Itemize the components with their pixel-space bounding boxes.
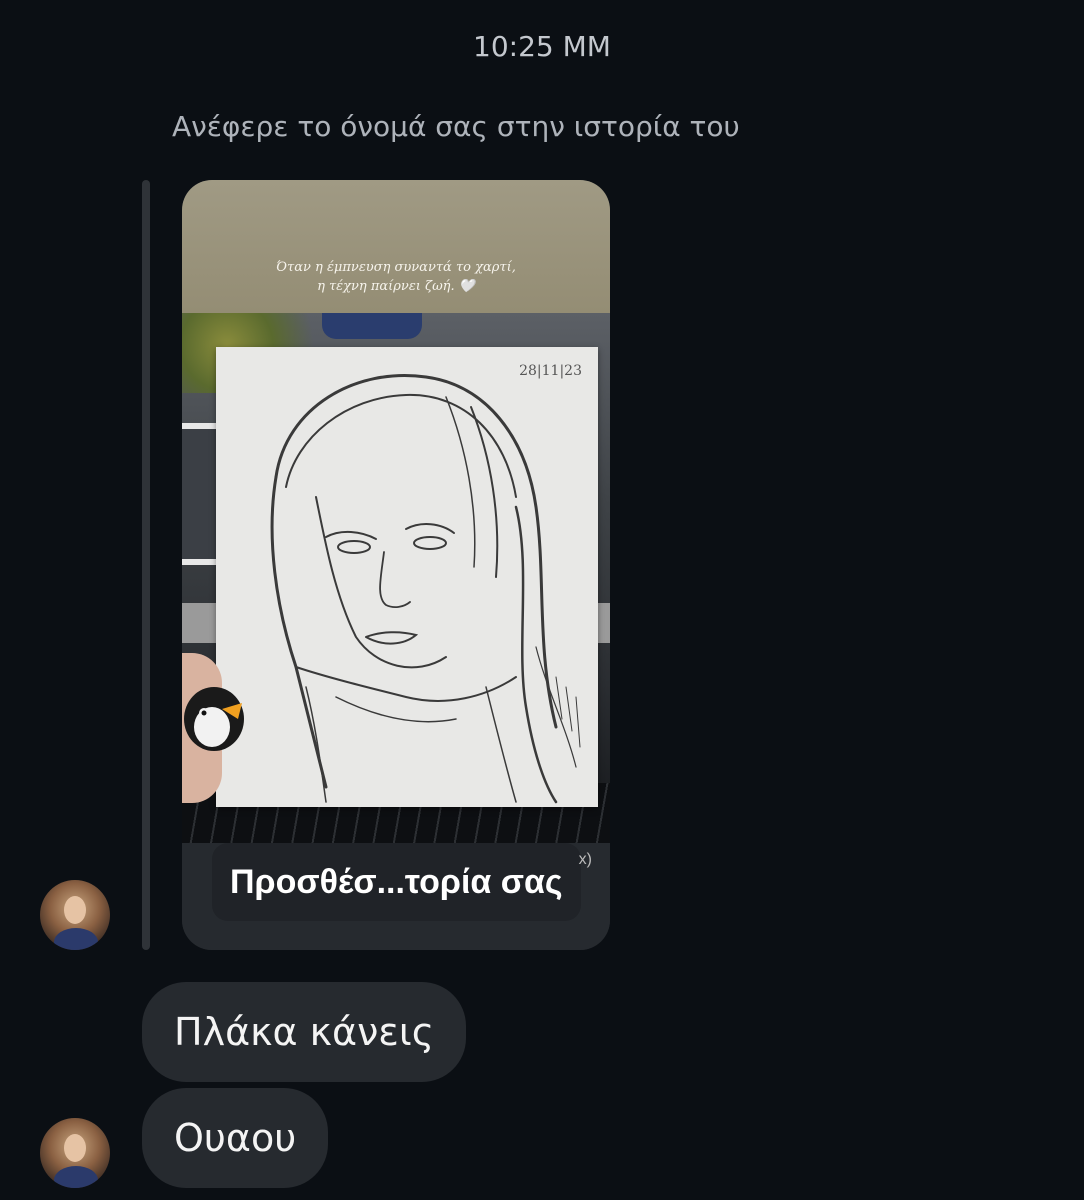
message-bubble[interactable]: Ουαου (142, 1088, 329, 1188)
story-caption-line-2: η τέχνη παίρνει ζωή. 🤍 (317, 279, 475, 294)
story-mention-card[interactable]: Όταν η έμπνευση συναντά το χαρτί, η τέχν… (182, 180, 610, 950)
story-footer: Προσθέσ...τορία σας x) (182, 843, 610, 950)
penguin-figure-icon (184, 687, 244, 751)
avatar-face (64, 1134, 86, 1162)
message-bubble[interactable]: Πλάκα κάνεις (142, 982, 467, 1082)
pencil-portrait-sketch (270, 374, 581, 804)
add-to-your-story-button[interactable]: Προσθέσ...τορία σας (212, 843, 581, 921)
sketch-paper: 28|11|23 (216, 347, 598, 807)
sketch-date: 28|11|23 (519, 363, 582, 379)
sender-avatar[interactable] (40, 1118, 110, 1188)
story-mention-note: Ανέφερε το όνομά σας στην ιστορία του (172, 110, 740, 143)
story-photo[interactable]: 28|11|23 (182, 313, 610, 843)
story-caption-line-1: Όταν η έμπνευση συναντά το χαρτί, (276, 260, 516, 275)
timestamp: 10:25 ΜΜ (473, 30, 611, 63)
story-header: Όταν η έμπνευση συναντά το χαρτί, η τέχν… (182, 180, 610, 313)
avatar-face (64, 896, 86, 924)
story-caption: Όταν η έμπνευση συναντά το χαρτί, η τέχν… (182, 258, 610, 296)
photo-car (322, 313, 422, 339)
sender-avatar[interactable] (40, 880, 110, 950)
footer-glyph: x) (578, 851, 592, 868)
reply-indicator-bar (142, 180, 150, 950)
